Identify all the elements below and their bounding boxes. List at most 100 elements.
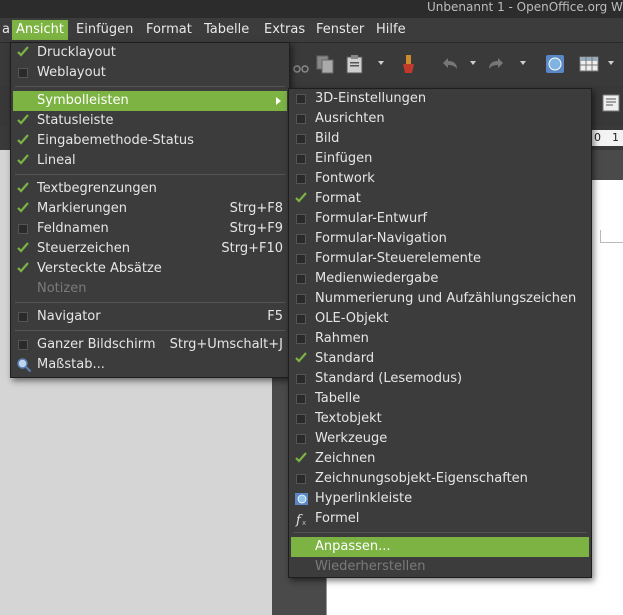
submenu-item-ole-objekt[interactable]: OLE-Objekt — [291, 309, 589, 329]
symbolleisten-submenu: 3D-Einstellungen Ausrichten Bild Einfüge… — [288, 88, 592, 578]
submenu-item-bild[interactable]: Bild — [291, 129, 589, 149]
menu-item-notizen: Notizen — [13, 279, 287, 299]
submenu-item-ausrichten[interactable]: Ausrichten — [291, 109, 589, 129]
menu-item-label: Formular-Entwurf — [315, 211, 428, 226]
menu-item-label: Textbegrenzungen — [37, 181, 157, 196]
undo-dropdown-arrow[interactable] — [470, 61, 476, 65]
menu-item-textbegrenzungen[interactable]: Textbegrenzungen — [13, 179, 287, 199]
checkbox-icon — [296, 274, 306, 284]
menu-item-label: Hyperlinkleiste — [315, 491, 413, 506]
menu-item-versteckte-absaetze[interactable]: Versteckte Absätze — [13, 259, 287, 279]
submenu-item-textobjekt[interactable]: Textobjekt — [291, 409, 589, 429]
menu-hilfe[interactable]: Hilfe — [372, 20, 410, 40]
submenu-item-wiederherstellen: Wiederherstellen — [291, 557, 589, 577]
checkbox-icon — [296, 394, 306, 404]
menu-item-label: Lineal — [37, 153, 76, 168]
menu-item-label: Weblayout — [37, 65, 106, 80]
menu-item-drucklayout[interactable]: Drucklayout — [13, 43, 287, 63]
menu-item-label: Symbolleisten — [37, 93, 129, 108]
menu-item-label: Medienwiedergabe — [315, 271, 439, 286]
menu-extras[interactable]: Extras — [260, 20, 309, 40]
submenu-item-standard[interactable]: Standard — [291, 349, 589, 369]
submenu-item-medienwiedergabe[interactable]: Medienwiedergabe — [291, 269, 589, 289]
menu-item-weblayout[interactable]: Weblayout — [13, 63, 287, 83]
table-icon[interactable] — [578, 53, 600, 75]
ruler-tick-1: 1 — [612, 131, 619, 144]
hyperlink-globe-icon[interactable] — [544, 53, 566, 75]
submenu-item-einfuegen[interactable]: Einfügen — [291, 149, 589, 169]
paste-icon[interactable] — [344, 53, 366, 75]
checkbox-icon — [18, 224, 28, 234]
submenu-item-zeichnungsobjekt[interactable]: Zeichnungsobjekt-Eigenschaften — [291, 469, 589, 489]
menu-item-label: Navigator — [37, 309, 101, 324]
undo-icon[interactable] — [438, 53, 460, 75]
menu-item-ganzer-bildschirm[interactable]: Ganzer Bildschirm Strg+Umschalt+J — [13, 335, 287, 355]
checkbox-icon — [296, 314, 306, 324]
menu-item-label: Standard (Lesemodus) — [315, 371, 463, 386]
submenu-item-tabelle[interactable]: Tabelle — [291, 389, 589, 409]
menu-item-label: Maßstab... — [37, 357, 105, 372]
paste-dropdown-arrow[interactable] — [378, 61, 384, 65]
menu-item-markierungen[interactable]: Markierungen Strg+F8 — [13, 199, 287, 219]
menubar: a Ansicht Einfügen Format Tabelle Extras… — [0, 18, 623, 43]
checkbox-icon — [296, 294, 306, 304]
menu-item-statusleiste[interactable]: Statusleiste — [13, 111, 287, 131]
menu-item-feldnamen[interactable]: Feldnamen Strg+F9 — [13, 219, 287, 239]
checkbox-icon — [296, 254, 306, 264]
submenu-item-werkzeuge[interactable]: Werkzeuge — [291, 429, 589, 449]
menu-fenster[interactable]: Fenster — [312, 20, 368, 40]
checkbox-icon — [18, 312, 28, 322]
submenu-item-zeichnen[interactable]: Zeichnen — [291, 449, 589, 469]
menu-item-steuerzeichen[interactable]: Steuerzeichen Strg+F10 — [13, 239, 287, 259]
menu-format[interactable]: Format — [142, 20, 196, 40]
cut-icon[interactable] — [290, 53, 312, 75]
copy-icon[interactable] — [314, 53, 336, 75]
submenu-item-hyperlinkleiste[interactable]: Hyperlinkleiste — [291, 489, 589, 509]
horizontal-ruler[interactable]: 0 1 — [590, 130, 623, 146]
menu-einfuegen[interactable]: Einfügen — [72, 20, 137, 40]
menu-item-label: Formular-Navigation — [315, 231, 447, 246]
menu-item-label: Ganzer Bildschirm — [37, 337, 156, 352]
menu-item-navigator[interactable]: Navigator F5 — [13, 307, 287, 327]
checkmark-icon — [17, 262, 29, 274]
menu-separator — [15, 86, 285, 87]
menu-tabelle[interactable]: Tabelle — [200, 20, 253, 40]
submenu-item-rahmen[interactable]: Rahmen — [291, 329, 589, 349]
menu-item-label: Ausrichten — [315, 111, 385, 126]
menu-item-lineal[interactable]: Lineal — [13, 151, 287, 171]
menu-item-label: Versteckte Absätze — [37, 261, 162, 276]
submenu-item-anpassen[interactable]: Anpassen... — [291, 537, 589, 557]
redo-icon[interactable] — [486, 53, 508, 75]
submenu-item-formular-steuerelemente[interactable]: Formular-Steuerelemente — [291, 249, 589, 269]
submenu-item-format[interactable]: Format — [291, 189, 589, 209]
submenu-item-formular-navigation[interactable]: Formular-Navigation — [291, 229, 589, 249]
redo-dropdown-arrow[interactable] — [520, 61, 526, 65]
hyperlink-icon — [295, 493, 308, 505]
menu-item-label: Formel — [315, 511, 360, 526]
submenu-item-nummerierung[interactable]: Nummerierung und Aufzählungszeichen — [291, 289, 589, 309]
menu-separator — [15, 174, 285, 175]
menu-item-massstab[interactable]: Maßstab... — [13, 355, 287, 375]
menu-item-symbolleisten[interactable]: Symbolleisten — [13, 91, 287, 111]
menu-item-label: 3D-Einstellungen — [315, 91, 427, 106]
paragraph-styles-icon[interactable] — [600, 92, 622, 114]
menu-item-eingabemethode[interactable]: Eingabemethode-Status — [13, 131, 287, 151]
checkmark-icon — [17, 154, 29, 166]
menu-item-label: Steuerzeichen — [37, 241, 130, 256]
menu-item-label: Markierungen — [37, 201, 127, 216]
submenu-item-standard-lesemodus[interactable]: Standard (Lesemodus) — [291, 369, 589, 389]
checkbox-icon — [296, 114, 306, 124]
table-dropdown-arrow[interactable] — [608, 61, 614, 65]
submenu-item-3d-einstellungen[interactable]: 3D-Einstellungen — [291, 89, 589, 109]
menu-ansicht[interactable]: Ansicht — [12, 20, 69, 40]
window-title: Unbenannt 1 - OpenOffice.org Writ — [427, 0, 623, 14]
submenu-item-formular-entwurf[interactable]: Formular-Entwurf — [291, 209, 589, 229]
submenu-item-fontwork[interactable]: Fontwork — [291, 169, 589, 189]
checkbox-icon — [296, 474, 306, 484]
menu-item-label: Werkzeuge — [315, 431, 388, 446]
submenu-item-formel[interactable]: fx Formel — [291, 509, 589, 529]
formula-icon: fx — [295, 513, 306, 527]
checkbox-icon — [18, 68, 28, 78]
format-paintbrush-icon[interactable] — [398, 53, 420, 75]
menu-item-label: Statusleiste — [37, 113, 114, 128]
